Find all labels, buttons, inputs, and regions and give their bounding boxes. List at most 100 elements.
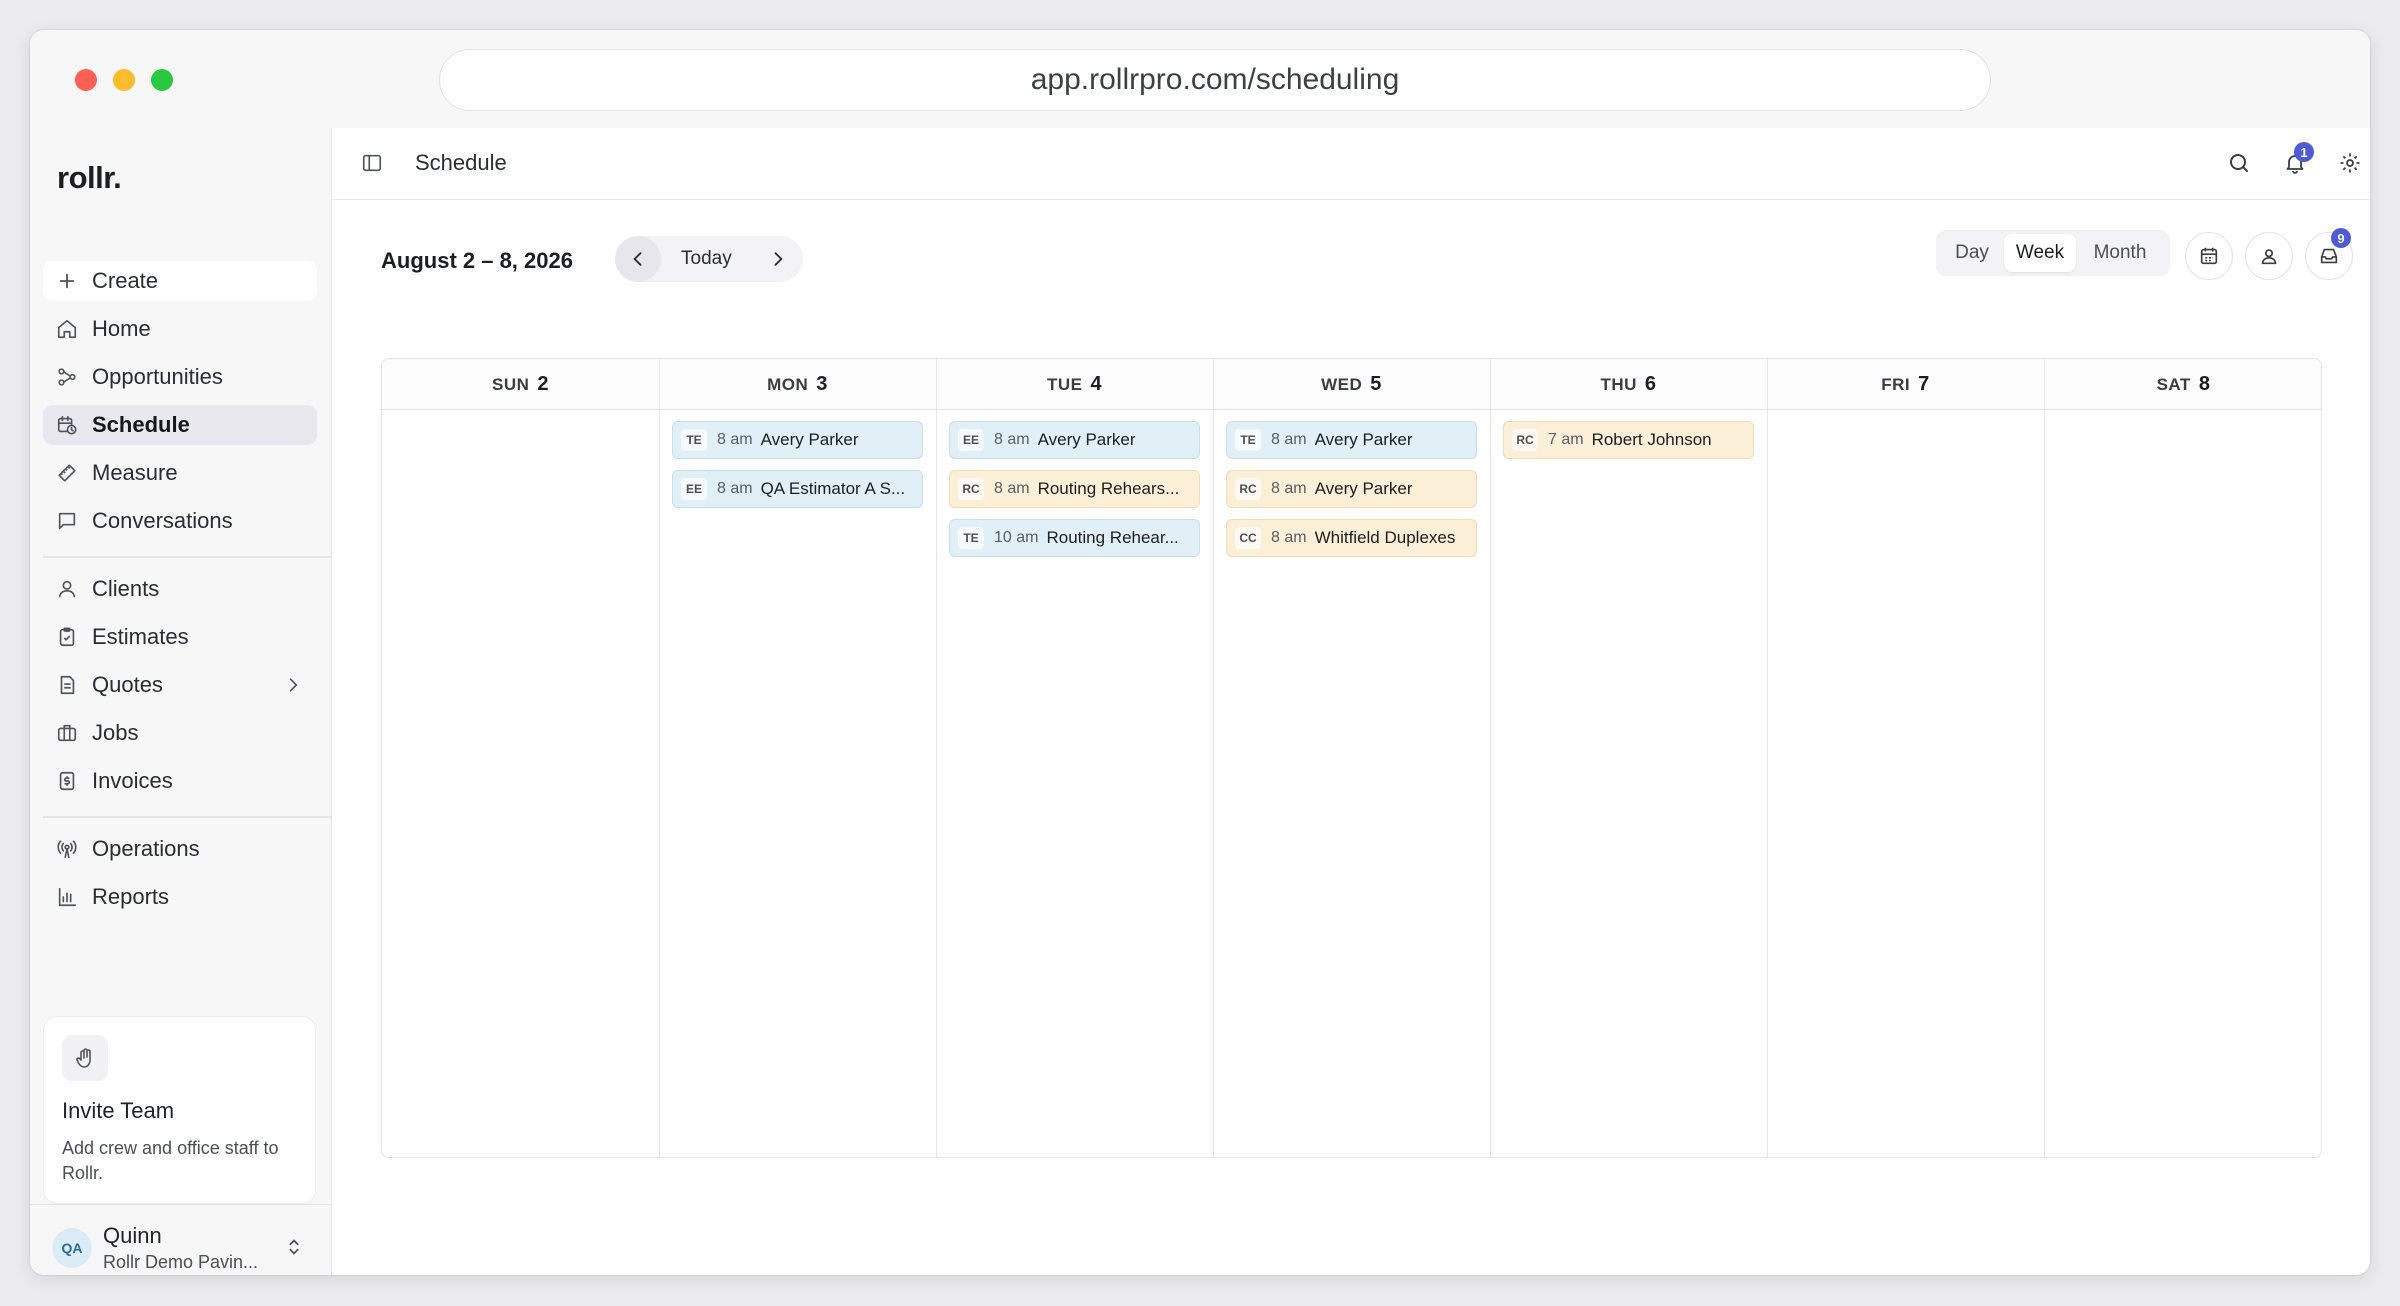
view-day-button[interactable]: Day — [1940, 234, 2004, 272]
event-type-tag: RC — [1512, 429, 1538, 451]
close-window-button[interactable] — [75, 69, 97, 91]
chevron-right-icon[interactable] — [283, 675, 303, 695]
day-header-fri[interactable]: FRI 7 — [1767, 359, 2044, 410]
main-content: Schedule 1 August 2 – 8, 2026 Today Day … — [332, 128, 2370, 1275]
home-icon — [56, 318, 78, 340]
minimize-window-button[interactable] — [113, 69, 135, 91]
browser-window: app.rollrpro.com/scheduling rollr. Creat… — [30, 30, 2370, 1275]
day-number: 6 — [1644, 373, 1657, 395]
clipboard-check-icon — [56, 626, 78, 648]
view-month-button[interactable]: Month — [2076, 234, 2164, 272]
day-header-thu[interactable]: THU 6 — [1490, 359, 1767, 410]
sidebar-item-label: Operations — [92, 836, 200, 861]
sidebar-item-label: Invoices — [92, 768, 173, 793]
sidebar-item-clients[interactable]: Clients — [43, 569, 317, 609]
calendar-event[interactable]: TE 8 am Avery Parker — [1226, 421, 1477, 459]
sidebar-item-estimates[interactable]: Estimates — [43, 617, 317, 657]
sidebar-item-reports[interactable]: Reports — [43, 877, 317, 917]
event-time: 10 am — [994, 529, 1039, 546]
invite-team-description: Add crew and office staff to Rollr. — [62, 1138, 279, 1183]
view-week-button[interactable]: Week — [2004, 234, 2076, 272]
chevron-left-icon — [633, 252, 642, 266]
avatar: QA — [52, 1228, 92, 1268]
account-switcher[interactable]: QA Quinn Rollr Demo Pavin... — [30, 1204, 332, 1275]
schedule-toolbar: August 2 – 8, 2026 Today Day Week Month — [332, 200, 2370, 300]
create-button[interactable]: Create — [43, 261, 317, 301]
chevron-up-down-icon — [283, 1236, 305, 1258]
sidebar-item-conversations[interactable]: Conversations — [43, 501, 317, 541]
day-header-sat[interactable]: SAT 8 — [2044, 359, 2321, 410]
search-icon[interactable] — [2227, 151, 2251, 175]
calendar-icon — [2200, 247, 2218, 265]
sidebar-item-label: Reports — [92, 884, 170, 909]
chat-icon — [56, 510, 78, 532]
crew-filter-button[interactable] — [2245, 232, 2293, 280]
event-time: 8 am — [994, 480, 1030, 497]
chevron-right-icon — [774, 252, 783, 266]
day-of-week: TUE — [1046, 374, 1083, 394]
calendar-event[interactable]: CC 8 am Whitfield Duplexes — [1226, 519, 1477, 557]
waving-hand-icon — [62, 1035, 108, 1081]
date-range-label: August 2 – 8, 2026 — [381, 248, 573, 273]
date-navigation: Today — [615, 236, 803, 282]
day-of-week: SAT — [2156, 374, 2191, 394]
calendar-header: SUN 2 MON 3 TUE 4 WED 5 THU 6 FRI 7 SAT 8 — [382, 359, 2321, 410]
bar-chart-icon — [56, 886, 78, 908]
calendar-picker-button[interactable] — [2185, 232, 2233, 280]
calendar-event[interactable]: TE 8 am Avery Parker — [672, 421, 923, 459]
sidebar-toggle-icon[interactable] — [361, 152, 383, 174]
event-title: Avery Parker — [760, 430, 859, 449]
address-bar[interactable]: app.rollrpro.com/scheduling — [439, 49, 1991, 111]
day-header-mon[interactable]: MON 3 — [659, 359, 936, 410]
sidebar-item-label: Home — [92, 316, 151, 341]
calendar-event[interactable]: RC 7 am Robert Johnson — [1503, 421, 1754, 459]
event-type-tag: EE — [958, 429, 984, 451]
week-calendar: SUN 2 MON 3 TUE 4 WED 5 THU 6 FRI 7 SAT 8 TE 8 … — [381, 358, 2322, 1158]
day-number: 7 — [1918, 373, 1930, 395]
column-divider — [1490, 359, 1491, 1157]
inbox-icon — [2320, 248, 2338, 264]
sidebar: rollr. Create Home Opportunities Schedul… — [30, 128, 343, 1275]
event-type-tag: CC — [1235, 527, 1261, 549]
sidebar-item-invoices[interactable]: Invoices — [43, 761, 317, 801]
previous-week-button[interactable] — [615, 236, 661, 282]
event-title: Routing Rehears... — [1037, 479, 1180, 498]
day-header-tue[interactable]: TUE 4 — [936, 359, 1213, 410]
sidebar-item-label: Opportunities — [92, 364, 223, 389]
brand-logo[interactable]: rollr. — [57, 160, 122, 196]
sidebar-divider — [43, 556, 343, 558]
sidebar-item-measure[interactable]: Measure — [43, 453, 317, 493]
calendar-event[interactable]: RC 8 am Avery Parker — [1226, 470, 1477, 508]
event-type-tag: TE — [681, 429, 707, 451]
sidebar-item-schedule[interactable]: Schedule — [43, 405, 317, 445]
calendar-clock-icon — [56, 414, 78, 436]
gear-icon[interactable] — [2338, 151, 2362, 175]
calendar-event[interactable]: EE 8 am Avery Parker — [949, 421, 1200, 459]
column-divider — [1213, 359, 1214, 1157]
inbox-count-badge: 9 — [2331, 228, 2351, 248]
today-button[interactable]: Today — [681, 248, 732, 270]
view-switcher: Day Week Month — [1936, 230, 2170, 276]
day-number: 5 — [1370, 373, 1382, 395]
maximize-window-button[interactable] — [151, 69, 173, 91]
user-organization: Rollr Demo Pavin... — [103, 1252, 259, 1272]
event-time: 8 am — [994, 431, 1030, 448]
sidebar-item-home[interactable]: Home — [43, 309, 317, 349]
sidebar-item-jobs[interactable]: Jobs — [43, 713, 317, 753]
document-icon — [56, 674, 78, 696]
invite-team-card[interactable]: Invite Team Add crew and office staff to… — [43, 1016, 316, 1204]
calendar-event[interactable]: EE 8 am QA Estimator A S... — [672, 470, 923, 508]
sidebar-item-label: Measure — [92, 460, 178, 485]
event-time: 8 am — [1271, 529, 1307, 546]
event-type-tag: TE — [1235, 429, 1261, 451]
sidebar-item-opportunities[interactable]: Opportunities — [43, 357, 317, 397]
sidebar-item-operations[interactable]: Operations — [43, 829, 317, 869]
day-of-week: WED — [1321, 374, 1363, 394]
day-header-sun[interactable]: SUN 2 — [382, 359, 659, 410]
calendar-event[interactable]: RC 8 am Routing Rehears... — [949, 470, 1200, 508]
sidebar-item-quotes[interactable]: Quotes — [43, 665, 317, 705]
next-week-button[interactable] — [755, 236, 801, 282]
calendar-event[interactable]: TE 10 am Routing Rehear... — [949, 519, 1200, 557]
event-time: 7 am — [1548, 431, 1584, 448]
day-header-wed[interactable]: WED 5 — [1213, 359, 1490, 410]
